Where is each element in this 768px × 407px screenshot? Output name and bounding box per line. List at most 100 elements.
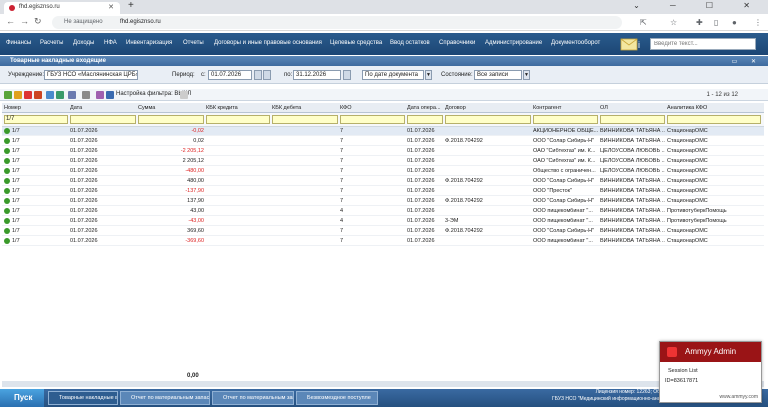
search-field[interactable] xyxy=(650,38,756,50)
table-row[interactable]: 1/7 01.07.2026 369,60 7 01.07.2026 Ф.2018.704… xyxy=(2,227,764,236)
cell-kfo: 7 xyxy=(340,198,344,204)
table-row[interactable]: 1/7 01.07.2026 480,00 7 01.07.2026 Ф.2018.704… xyxy=(2,177,764,186)
cell-sum: 369,60 xyxy=(187,228,204,234)
filter-kbk-debit-input[interactable] xyxy=(272,115,338,124)
filter-ol-input[interactable] xyxy=(600,115,665,124)
column-header[interactable]: Дата опера... xyxy=(407,105,441,111)
task-invoices[interactable]: Товарные накладные вхо xyxy=(48,391,118,405)
menu-item-document-flow[interactable]: Документооборот xyxy=(551,40,600,46)
menu-item-target-funds[interactable]: Целевые средства xyxy=(330,40,382,46)
table-row[interactable]: 1/7 01.07.2026 -0,02 7 01.07.2026 АКЦИОНЕРНОЕ… xyxy=(2,127,764,136)
filter-analytics-input[interactable] xyxy=(667,115,761,124)
column-header[interactable]: ОЛ xyxy=(600,105,608,111)
table-row[interactable]: 1/7 01.07.2026 0,02 7 01.07.2026 Ф.2018.70429… xyxy=(2,137,764,146)
messages-envelope-icon[interactable]: i xyxy=(620,37,646,51)
table-row[interactable]: 1/7 01.07.2026 -480,00 7 01.07.2026 Общество … xyxy=(2,167,764,176)
new-tab-icon[interactable]: + xyxy=(128,0,134,11)
filter-kbk-credit-input[interactable] xyxy=(206,115,270,124)
not-secure-label[interactable]: Не защищено xyxy=(64,19,103,25)
menu-item-directories[interactable]: Справочники xyxy=(439,40,475,46)
close-tab-icon[interactable]: ✕ xyxy=(108,3,114,11)
menu-item-contracts[interactable]: Договоры и иные правовые основания xyxy=(214,40,322,46)
menu-item-finance[interactable]: Финансы xyxy=(6,40,31,46)
task-report-materials-1[interactable]: Отчет по материальным запасам xyxy=(120,391,210,405)
filter-kfo-input[interactable] xyxy=(340,115,405,124)
filter-sum-input[interactable] xyxy=(138,115,204,124)
column-header[interactable]: Дата xyxy=(70,105,82,111)
browser-tab[interactable]: fhd.egisznso.ru ✕ xyxy=(4,2,120,14)
menu-item-nfa[interactable]: НФА xyxy=(104,40,117,46)
share-icon[interactable]: ⇱ xyxy=(640,18,647,27)
cell-sum: 2 205,12 xyxy=(182,158,204,164)
view-icon[interactable] xyxy=(82,91,90,99)
ammyy-site-link[interactable]: www.ammyy.com xyxy=(719,394,758,400)
add-icon[interactable] xyxy=(4,91,12,99)
menu-item-opening-balances[interactable]: Ввод остатков xyxy=(390,40,430,46)
filter-icon[interactable] xyxy=(106,91,114,99)
menu-item-income[interactable]: Доходы xyxy=(73,40,94,46)
forward-icon[interactable]: → xyxy=(20,16,29,26)
column-header[interactable]: Номер xyxy=(4,105,21,111)
table-row[interactable]: 1/7 01.07.2026 -369,60 7 01.07.2026 ООО пищек… xyxy=(2,237,764,246)
date-from-field[interactable]: 01.07.2026 xyxy=(208,70,252,80)
browser-menu-icon[interactable]: ⋮ xyxy=(754,18,762,27)
date-to-field[interactable]: 31.12.2026 xyxy=(293,70,341,80)
table-row[interactable]: 1/7 01.07.2026 -2 205,12 7 01.07.2026 ОАО "Си… xyxy=(2,147,764,156)
start-button[interactable]: Пуск xyxy=(0,389,44,407)
refresh-icon[interactable] xyxy=(46,91,54,99)
bookmark-star-icon[interactable]: ☆ xyxy=(670,18,677,27)
filter-number-input[interactable]: 1/7 xyxy=(4,115,68,124)
column-header[interactable]: КФО xyxy=(340,105,351,111)
extensions-icon[interactable]: ✚ xyxy=(696,18,703,27)
cancel-icon[interactable] xyxy=(34,91,42,99)
chevron-down-icon[interactable]: ▼ xyxy=(523,70,530,80)
menu-item-settlements[interactable]: Расчеты xyxy=(40,40,63,46)
table-row[interactable]: 1/7 01.07.2026 -43,00 4 01.07.2026 3-ЭМ ООО пи… xyxy=(2,217,764,226)
column-header[interactable]: КБК дебета xyxy=(272,105,301,111)
print-icon[interactable] xyxy=(68,91,76,99)
table-row[interactable]: 1/7 01.07.2026 43,00 4 01.07.2026 ООО пищеком… xyxy=(2,207,764,216)
actions-icon[interactable] xyxy=(96,91,104,99)
chevron-down-icon[interactable]: ▼ xyxy=(425,70,432,80)
window-controls[interactable]: ⌄ ─ ☐ ✕ xyxy=(633,1,764,10)
column-header[interactable]: Договор xyxy=(445,105,466,111)
edit-icon[interactable] xyxy=(14,91,22,99)
column-header[interactable]: Контрагент xyxy=(533,105,561,111)
filter-settings-menu-icon[interactable] xyxy=(180,91,188,99)
menu-item-reports[interactable]: Отчеты xyxy=(183,40,204,46)
filter-opdate-input[interactable] xyxy=(407,115,443,124)
task-report-materials-2[interactable]: Отчет по материальным запа xyxy=(212,391,294,405)
sidebar-icon[interactable]: ▯ xyxy=(714,18,718,27)
cell-kfo: 4 xyxy=(340,208,344,214)
filter-date-input[interactable] xyxy=(70,115,136,124)
back-icon[interactable]: ← xyxy=(6,16,15,26)
table-row[interactable]: 1/7 01.07.2026 2 205,12 7 01.07.2026 ОАО "Сиб… xyxy=(2,157,764,166)
menu-item-administration[interactable]: Администрирование xyxy=(485,40,542,46)
profile-icon[interactable]: ● xyxy=(732,18,737,27)
filter-contract-input[interactable] xyxy=(445,115,531,124)
calendar-from-icon[interactable] xyxy=(254,70,262,80)
task-donation[interactable]: Безвозмездное поступле xyxy=(296,391,378,405)
column-header[interactable]: КБК кредита xyxy=(206,105,238,111)
column-header[interactable]: Аналитика КФО xyxy=(667,105,707,111)
calendar-to-icon[interactable] xyxy=(343,70,351,80)
address-field[interactable]: Не защищено fhd.egisznso.ru xyxy=(52,16,622,29)
state-select[interactable]: Все записи xyxy=(474,70,522,80)
reload-icon[interactable]: ↻ xyxy=(34,16,42,27)
search-input[interactable] xyxy=(651,39,755,49)
institution-field[interactable]: ГБУЗ НСО «Маслянинская ЦРБ» xyxy=(44,70,138,80)
cell-agent: ООО "Престок" xyxy=(533,188,573,194)
column-header[interactable]: Сумма xyxy=(138,105,155,111)
table-row[interactable]: 1/7 01.07.2026 137,90 7 01.07.2026 Ф.2018.704… xyxy=(2,197,764,206)
menu-item-inventory[interactable]: Инвентаризация xyxy=(126,40,172,46)
table-row[interactable]: 1/7 01.07.2026 -137,90 7 01.07.2026 ООО "Прес… xyxy=(2,187,764,196)
cell-kfo: 4 xyxy=(340,218,344,224)
delete-icon[interactable] xyxy=(24,91,32,99)
export-icon[interactable] xyxy=(56,91,64,99)
date-mode-select[interactable]: По дате документа xyxy=(362,70,424,80)
ammyy-admin-popup[interactable]: Ammyy Admin Session List ID=83617871 www… xyxy=(659,341,762,403)
filter-agent-input[interactable] xyxy=(533,115,598,124)
cell-num: 1/7 xyxy=(12,188,20,194)
calendar-from-clear-icon[interactable] xyxy=(263,70,271,80)
grid-scrollbar[interactable] xyxy=(2,381,764,387)
